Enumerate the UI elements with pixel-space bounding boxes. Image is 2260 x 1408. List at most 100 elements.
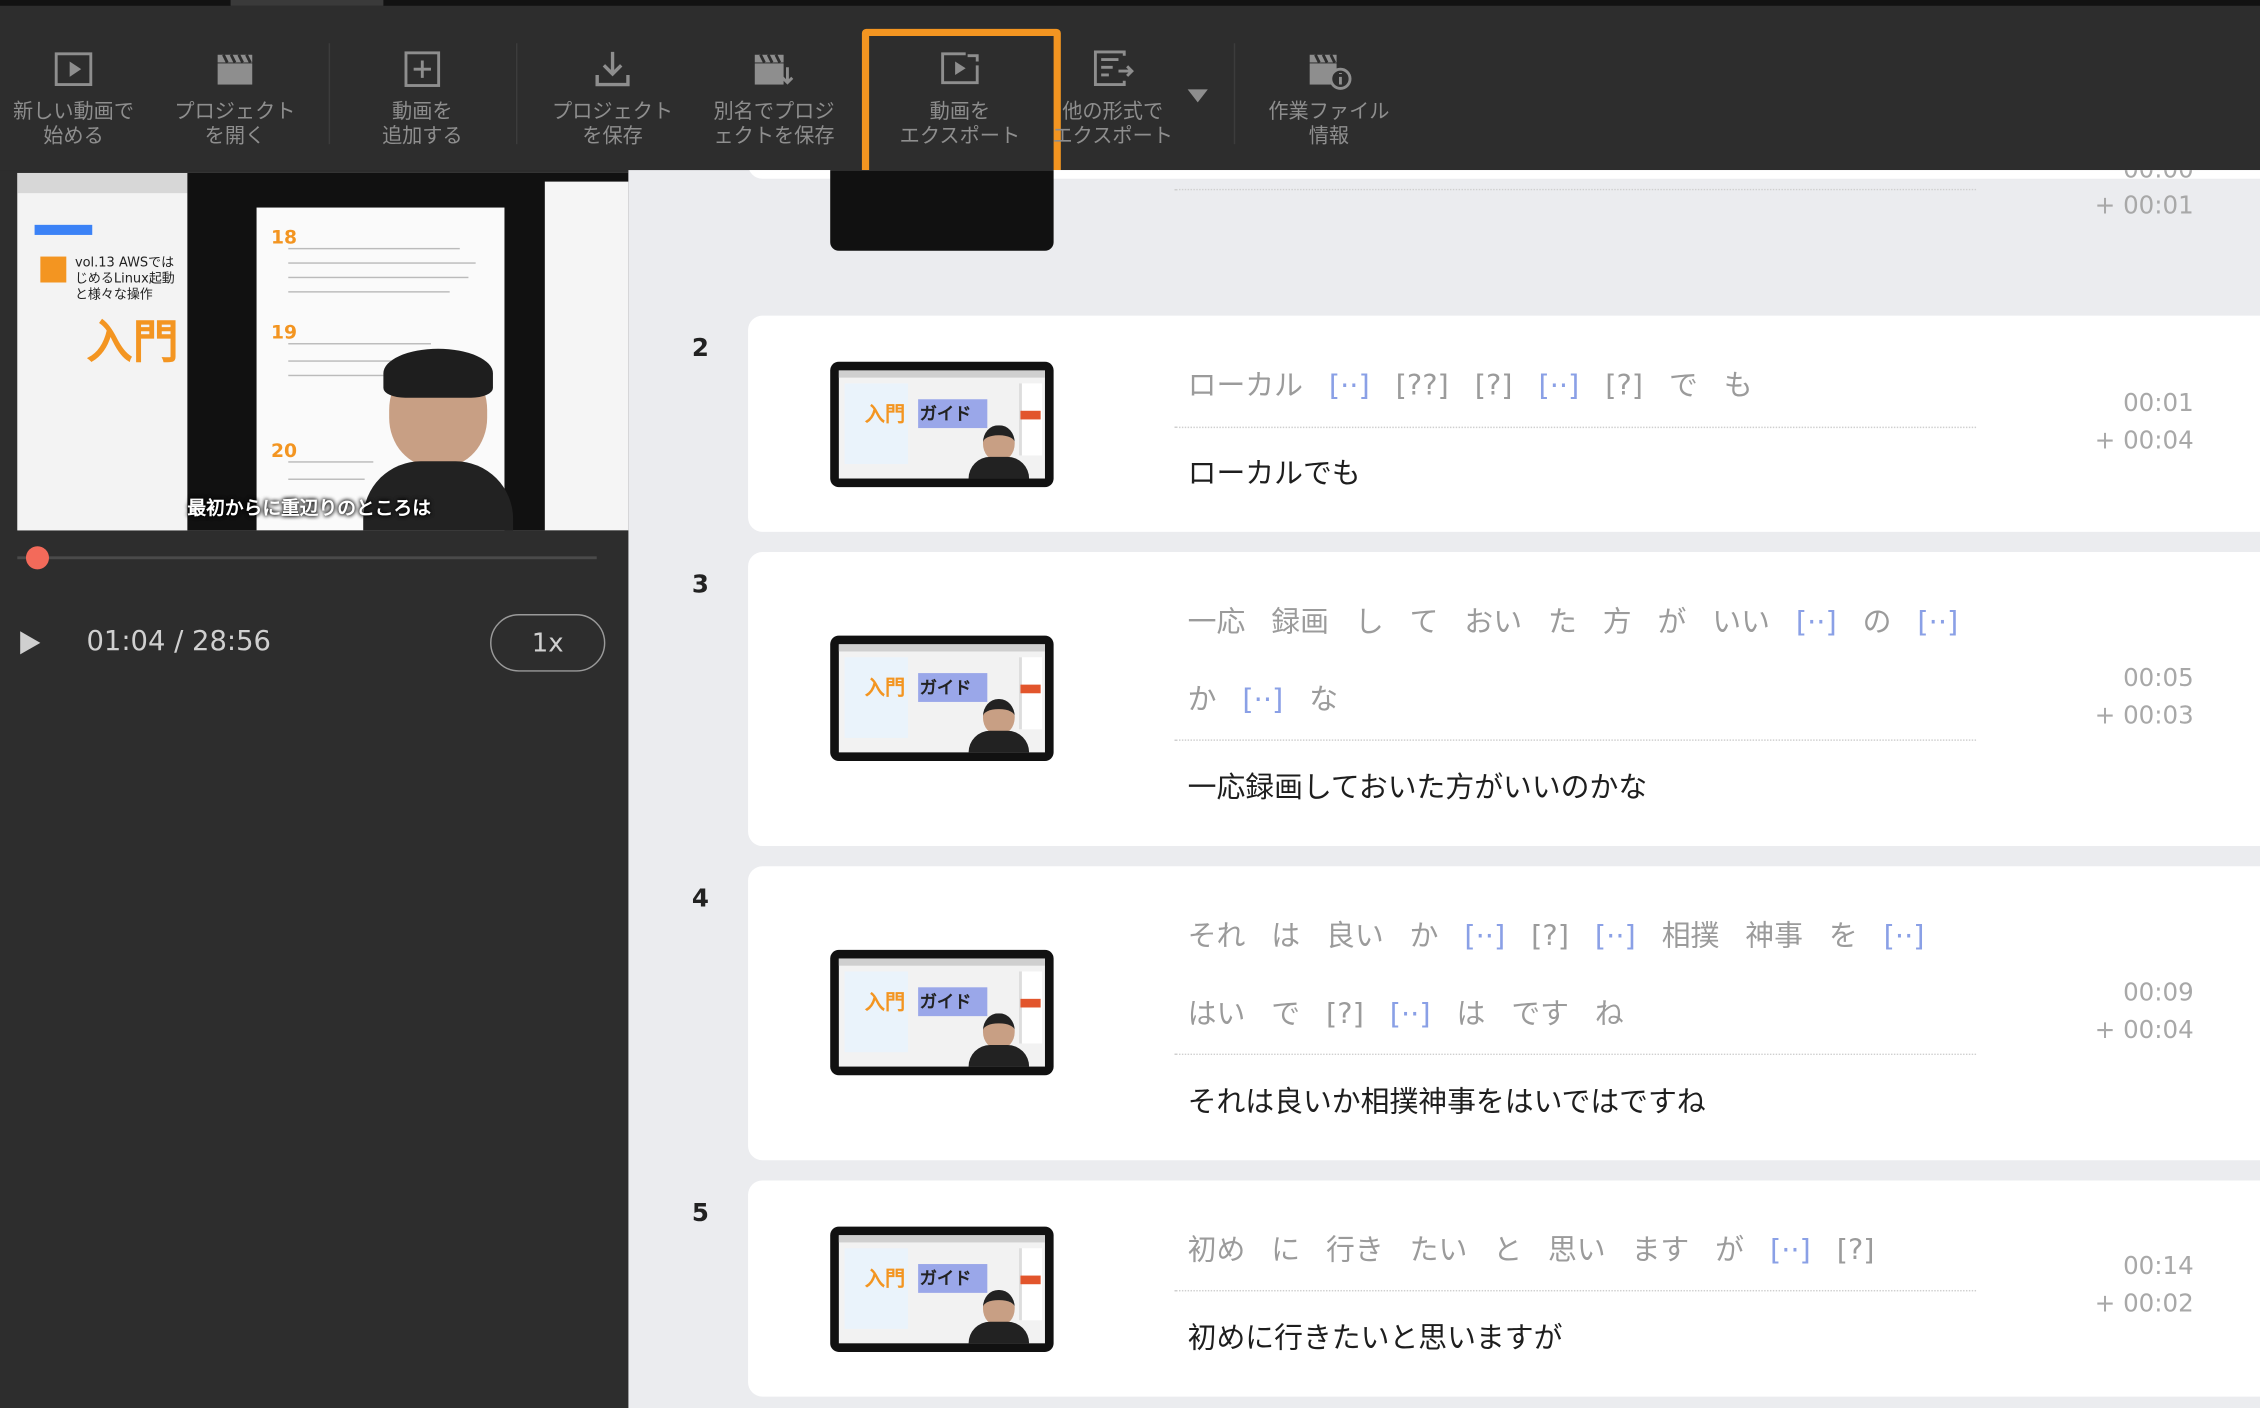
token[interactable]: は	[1271, 897, 1300, 975]
token[interactable]: が	[1715, 1211, 1744, 1289]
token[interactable]: です	[1511, 974, 1569, 1052]
recognized-tokens: それは良いか [··] [?] [··] 相撲 神事を [··]はいで [?] [··] はですね	[1188, 897, 1995, 1053]
token[interactable]: ローカル	[1188, 346, 1303, 424]
video-preview[interactable]: vol.13 AWSではじめるLinux起動と様々な操作 入門 18 19 20…	[17, 172, 629, 531]
segment-thumbnail[interactable]: 入門 ガイド	[830, 1226, 1054, 1352]
toolbar-divider	[1233, 43, 1236, 145]
token[interactable]: [··]	[1884, 897, 1925, 975]
transcript-sentence[interactable]: 一応録画しておいた方がいいのかな	[1188, 764, 1648, 806]
segment-duration: + 00:04	[2094, 1016, 2194, 1045]
token[interactable]: 初め	[1188, 1211, 1246, 1289]
token[interactable]: が	[1658, 582, 1687, 660]
player-panel: vol.13 AWSではじめるLinux起動と様々な操作 入門 18 19 20…	[0, 170, 629, 1408]
segment-duration: + 00:03	[2094, 701, 2194, 731]
segment-thumbnail[interactable]: 入門 ガイド	[830, 361, 1054, 488]
token[interactable]: 思い	[1548, 1211, 1606, 1289]
token[interactable]: [?]	[1531, 897, 1569, 975]
transcript-sentence[interactable]: 初めに行きたいと思いますが	[1188, 1314, 1563, 1356]
segment-list: 00:00 + 00:01 2 入門 ガイド ローカル [··] [??] [?] [··] [?]…	[628, 170, 2260, 1408]
token[interactable]: 録画	[1271, 582, 1329, 660]
work-file-info-button[interactable]: 作業ファイル 情報	[1257, 6, 1401, 167]
segment-number: 3	[691, 570, 709, 600]
token[interactable]: か	[1188, 660, 1217, 738]
token[interactable]: [··]	[1595, 897, 1636, 975]
token[interactable]: [?]	[1837, 1211, 1875, 1289]
token[interactable]: で	[1271, 974, 1300, 1052]
token[interactable]: [?]	[1605, 346, 1643, 424]
token[interactable]: [··]	[1464, 897, 1505, 975]
token[interactable]: 相撲	[1662, 897, 1720, 975]
seek-handle[interactable]	[25, 546, 50, 570]
save-as-button[interactable]: 別名でプロジ ェクトを保存	[703, 6, 844, 167]
token[interactable]: 行き	[1326, 1211, 1384, 1289]
token[interactable]: と	[1493, 1211, 1522, 1289]
new-video-button[interactable]: 新しい動画で 始める	[6, 6, 141, 167]
dotted-divider	[1174, 739, 1977, 741]
token[interactable]: [··]	[1917, 582, 1958, 660]
chevron-down-icon[interactable]	[1187, 89, 1208, 103]
transcript-sentence[interactable]: それは良いか相撲神事をはいではですね	[1188, 1078, 1706, 1120]
token[interactable]: し	[1355, 582, 1384, 660]
token[interactable]: [?]	[1475, 346, 1513, 424]
token[interactable]: [··]	[1770, 1211, 1811, 1289]
segment-start-time: 00:05	[2123, 664, 2194, 694]
toolbar-divider	[515, 43, 518, 145]
token[interactable]: ね	[1595, 974, 1624, 1052]
segment-thumbnail[interactable]: 入門 ガイド	[830, 635, 1054, 762]
token[interactable]: はい	[1188, 974, 1246, 1052]
token[interactable]: は	[1457, 974, 1486, 1052]
token[interactable]: [??]	[1396, 346, 1449, 424]
token[interactable]: た	[1548, 582, 1577, 660]
token[interactable]: それ	[1188, 897, 1246, 975]
token[interactable]: [··]	[1538, 346, 1579, 424]
play-icon[interactable]	[20, 631, 41, 655]
token[interactable]: て	[1410, 582, 1439, 660]
save-as-label: 別名でプロジ ェクトを保存	[713, 100, 835, 149]
token[interactable]: ます	[1632, 1211, 1690, 1289]
segment-thumbnail[interactable]: 入門 ガイド	[830, 949, 1054, 1076]
token[interactable]: 方	[1603, 582, 1632, 660]
segment-duration: + 00:04	[2094, 426, 2194, 456]
token[interactable]: 神事	[1745, 897, 1803, 975]
playback-speed-button[interactable]: 1x	[490, 614, 606, 672]
seek-bar[interactable]	[17, 556, 597, 560]
segment-start-time: 00:14	[2123, 1252, 2194, 1282]
token[interactable]: を	[1829, 897, 1858, 975]
open-project-button[interactable]: プロジェクト を開く	[167, 6, 302, 167]
segment-start-time: 00:00	[2123, 170, 2194, 185]
token[interactable]: 一応	[1188, 582, 1246, 660]
token[interactable]: [··]	[1796, 582, 1837, 660]
dotted-divider	[1174, 1289, 1977, 1292]
segment-start-time: 00:09	[2123, 978, 2194, 1008]
preview-browser: vol.13 AWSではじめるLinux起動と様々な操作 入門	[17, 172, 188, 531]
token[interactable]: いい	[1712, 582, 1770, 660]
download-icon	[595, 51, 630, 87]
token[interactable]: [?]	[1326, 974, 1364, 1052]
add-box-icon	[404, 51, 441, 87]
add-video-label: 動画を 追加する	[381, 100, 463, 149]
token[interactable]: か	[1410, 897, 1439, 975]
add-video-button[interactable]: 動画を 追加する	[326, 6, 519, 167]
token[interactable]: 良い	[1326, 897, 1384, 975]
save-project-button[interactable]: プロジェクト を保存	[542, 6, 683, 167]
token[interactable]: [··]	[1390, 974, 1431, 1052]
transcript-sentence[interactable]: ローカルでも	[1188, 450, 1361, 492]
token[interactable]: な	[1309, 660, 1338, 738]
token[interactable]: [··]	[1329, 346, 1370, 424]
token[interactable]: も	[1724, 346, 1753, 424]
token[interactable]: おい	[1464, 582, 1522, 660]
token[interactable]: に	[1271, 1211, 1300, 1289]
recognized-tokens: 一応 録画しておいた方がいい [··] の [··] か [··] な	[1188, 582, 1995, 738]
recognized-tokens: ローカル [··] [??] [?] [··] [?] でも	[1188, 346, 1995, 424]
token[interactable]: の	[1863, 582, 1892, 660]
segment-duration: + 00:01	[2094, 191, 2194, 221]
export-highlight-box	[861, 28, 1061, 179]
segment-thumbnail[interactable]	[830, 170, 1054, 251]
token[interactable]: たい	[1410, 1211, 1468, 1289]
token[interactable]: で	[1669, 346, 1698, 424]
export-other-format-label: 他の形式で エクスポート	[1052, 100, 1173, 149]
export-other-format-button[interactable]: 他の形式で エクスポート	[1046, 6, 1179, 167]
token[interactable]: [··]	[1242, 660, 1283, 738]
time-display: 01:04 / 28:56	[86, 625, 271, 658]
segment-number: 4	[691, 884, 709, 914]
